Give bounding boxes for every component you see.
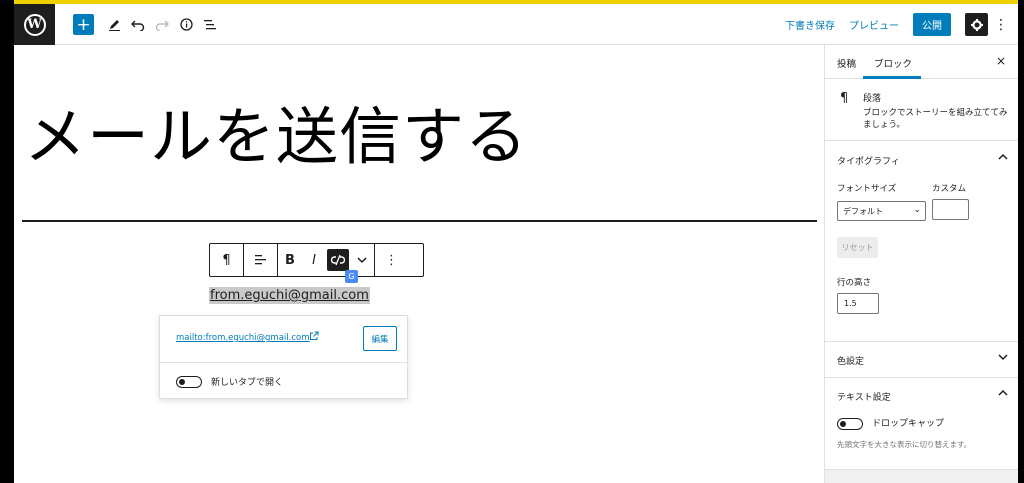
link-preview-row: mailto:from.eguchi@gmail.com 編集 [160,316,407,363]
format-group: B I [278,244,375,276]
pencil-icon [108,20,120,31]
custom-font-size-input[interactable] [932,199,969,220]
wordpress-logo[interactable]: W [14,4,55,45]
selected-link-text[interactable]: from.eguchi@gmail.com [209,287,370,304]
editor-window: W + 下書き保存 プレビュー 公開 ⋮ メールを送信する ¶ B I ⋮ G … [14,0,1018,483]
block-options-button[interactable]: ⋮ [375,244,408,276]
text-settings-panel-title[interactable]: テキスト設定 [837,390,891,403]
separator-block[interactable] [22,220,817,222]
add-block-button[interactable]: + [73,14,94,35]
block-toolbar: ¶ B I ⋮ [209,243,424,277]
sidebar-tabs: 投稿 ブロック × [825,45,1018,79]
close-sidebar-button[interactable]: × [996,54,1006,68]
panel-divider [825,341,1018,342]
details-button[interactable] [178,14,194,35]
edit-link-button[interactable]: 編集 [363,326,397,351]
settings-sidebar: 投稿 ブロック × ¶ 段落 ブロックでストーリーを組み立ててみましょう。 タイ… [824,45,1018,483]
new-tab-label: 新しいタブで開く [211,378,284,388]
align-button[interactable] [244,244,277,276]
color-settings-panel-title[interactable]: 色設定 [837,354,864,367]
drop-cap-label: ドロップキャップ [872,419,945,429]
paragraph-type-button[interactable]: ¶ [210,244,243,276]
align-group [244,244,278,276]
toggle-knob [179,378,185,385]
line-height-input[interactable]: 1.5 [837,293,879,314]
save-draft-button[interactable]: 下書き保存 [785,17,835,32]
wordpress-logo-icon: W [23,13,46,36]
block-type-group: ¶ [210,244,244,276]
custom-size-label: カスタム [932,184,967,194]
block-card: ¶ 段落 ブロックでストーリーを組み立ててみましょう。 [825,79,1018,141]
toggle-knob [840,420,846,427]
gear-icon [970,18,983,31]
more-vertical-icon: ⋮ [994,16,1008,33]
bold-button[interactable]: B [278,244,302,276]
unlink-icon [327,249,349,271]
external-link-icon [309,331,319,344]
preview-button[interactable]: プレビュー [849,17,899,32]
tab-block[interactable]: ブロック [874,56,912,70]
link-settings-row: 新しいタブで開く [160,364,407,400]
publish-button[interactable]: 公開 [913,13,951,36]
editor-header: W + 下書き保存 プレビュー 公開 ⋮ [14,4,1018,45]
header-actions: 下書き保存 プレビュー 公開 ⋮ [785,4,1018,45]
info-icon [179,18,193,31]
redo-button[interactable] [154,14,170,35]
redo-icon [155,20,169,31]
align-left-icon [255,255,266,265]
line-height-label: 行の高さ [837,278,872,288]
chevron-down-icon: ⌄ [913,205,921,215]
editor-canvas: メールを送信する ¶ B I ⋮ G from.eguchi@gmail.com… [14,45,824,483]
undo-button[interactable] [130,14,146,35]
chevron-up-icon[interactable] [998,388,1008,399]
typography-panel-title[interactable]: タイポグラフィ [837,154,900,167]
reset-button[interactable]: リセット [837,237,878,258]
post-title[interactable]: メールを送信する [24,86,528,176]
plus-icon: + [76,14,91,35]
drop-cap-toggle[interactable] [837,418,863,430]
options-group: ⋮ [375,244,408,276]
chevron-up-icon[interactable] [998,152,1008,163]
tools-button[interactable] [106,14,122,35]
undo-icon [131,20,145,31]
translate-icon[interactable]: G [345,270,358,283]
link-popover: mailto:from.eguchi@gmail.com 編集 新しいタブで開く [159,315,408,399]
block-description: ブロックでストーリーを組み立ててみましょう。 [863,108,1008,130]
link-url[interactable]: mailto:from.eguchi@gmail.com [176,333,310,343]
block-name: 段落 [863,94,882,104]
sidebar-footer [825,469,1018,483]
settings-button[interactable] [965,13,988,36]
paragraph-icon: ¶ [840,91,849,106]
font-size-value: デフォルト [843,206,883,216]
chevron-down-icon[interactable] [998,353,1008,364]
list-view-icon [204,19,216,29]
options-button[interactable]: ⋮ [994,17,1008,33]
italic-button[interactable]: I [302,244,326,276]
panel-divider [825,377,1018,378]
list-view-button[interactable] [202,14,218,35]
chevron-down-icon [357,256,367,263]
close-icon: × [995,54,1006,68]
font-size-select[interactable]: デフォルト ⌄ [837,201,926,221]
new-tab-toggle[interactable] [176,376,202,388]
drop-cap-help: 先頭文字を大きな表示に切り替えます。 [837,440,972,449]
font-size-label: フォントサイズ [837,184,897,194]
tab-post[interactable]: 投稿 [837,56,856,70]
paragraph-icon: ¶ [222,252,231,268]
more-vertical-icon: ⋮ [385,252,398,268]
